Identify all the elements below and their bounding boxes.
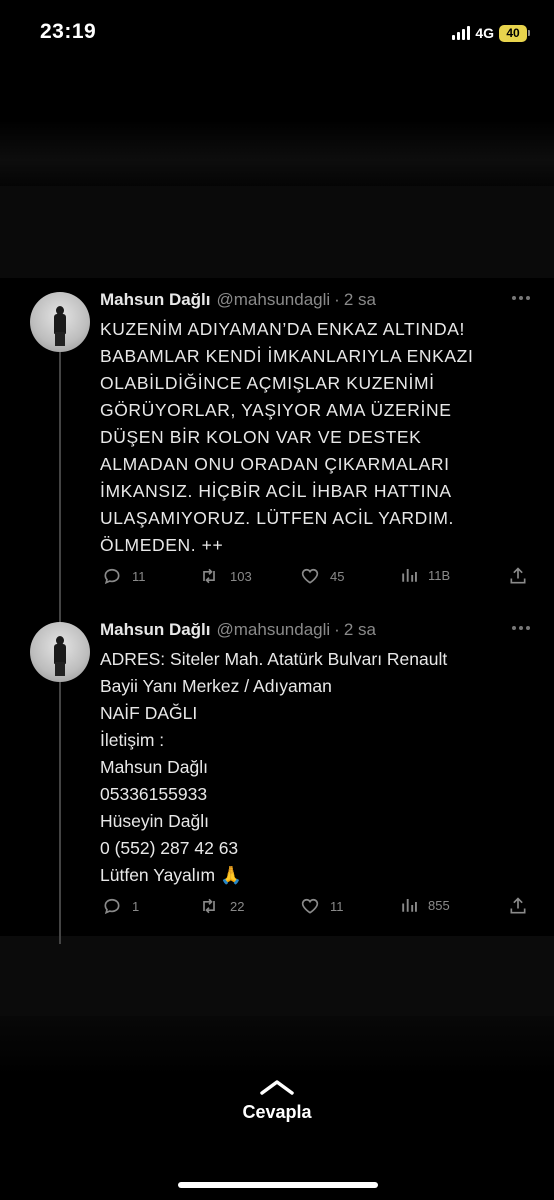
share-icon [510, 567, 526, 584]
share-icon [510, 897, 526, 914]
retweet-icon [203, 568, 215, 584]
home-indicator[interactable] [178, 1182, 378, 1188]
tweet-text-line: NAİF DAĞLI [100, 703, 198, 723]
network-type: 4G [475, 25, 494, 41]
heart-icon [301, 898, 319, 914]
tweet-text-line: Mahsun Dağlı [100, 757, 208, 777]
tweet-text-line: OLABİLDİĞİNCE AÇMIŞLAR KUZENİMİ [100, 373, 435, 393]
status-indicators: 4G 40 [452, 23, 530, 43]
author-handle[interactable]: @mahsundagli [217, 290, 331, 310]
chevron-up-icon[interactable] [257, 1078, 297, 1096]
like-count: 45 [330, 568, 345, 584]
separator-dot: · [334, 290, 340, 309]
views-chart-icon [402, 899, 417, 912]
reply-icon [104, 898, 120, 915]
tweet-time[interactable]: 2 sa [344, 620, 376, 640]
tweet-text: ADRES: Siteler Mah. Atatürk Bulvarı Rena… [100, 646, 520, 889]
author-handle[interactable]: @mahsundagli [217, 620, 331, 640]
retweet-count: 22 [230, 898, 245, 914]
tweet-text-line: İMKANSIZ. HİÇBİR ACİL İHBAR HATTINA [100, 481, 452, 501]
like-button[interactable]: 11 [300, 896, 344, 916]
avatar[interactable] [30, 292, 90, 352]
share-button[interactable] [508, 896, 528, 916]
author-name[interactable]: Mahsun Dağlı [100, 290, 211, 310]
reply-count: 1 [132, 898, 140, 914]
retweet-button[interactable]: 22 [198, 896, 244, 916]
status-bar: 23:19 4G 40 [0, 0, 554, 66]
views-chart-icon [402, 569, 417, 582]
reply-bar[interactable]: Cevapla [0, 1078, 554, 1123]
tweet-header: Mahsun Dağlı @mahsundagli · 2 sa [100, 290, 376, 310]
tweet-header: Mahsun Dağlı @mahsundagli · 2 sa [100, 620, 376, 640]
battery-level: 40 [499, 24, 527, 42]
blurred-background [0, 936, 554, 1016]
tweet-text-line: 0 (552) 287 42 63 [100, 838, 239, 858]
retweet-button[interactable]: 103 [198, 566, 252, 586]
author-name[interactable]: Mahsun Dağlı [100, 620, 211, 640]
like-count: 11 [330, 898, 344, 914]
views-count: 11B [428, 567, 451, 583]
signal-icon [452, 26, 471, 40]
tweet-actions: 11 103 45 11B [100, 566, 540, 590]
retweet-icon [203, 898, 215, 914]
tweet-text-line: ULAŞAMIYORUZ. LÜTFEN ACİL YARDIM. [100, 508, 454, 528]
blurred-background [0, 186, 554, 278]
tweet-text-line: ALMADAN ONU ORADAN ÇIKARMALARI [100, 454, 450, 474]
reply-count: 11 [132, 568, 146, 584]
tweet-text-line: Hüseyin Dağlı [100, 811, 209, 831]
battery-icon: 40 [499, 24, 530, 42]
views-button[interactable]: 855 [400, 896, 450, 914]
tweet-text-line: ÖLMEDEN. ++ [100, 535, 224, 555]
blurred-background [0, 1016, 554, 1076]
reply-button[interactable]: 1 [102, 896, 139, 916]
more-options-icon[interactable] [512, 626, 530, 630]
reply-button[interactable]: Cevapla [0, 1102, 554, 1123]
tweet-text-line: BABAMLAR KENDİ İMKANLARIYLA ENKAZI [100, 346, 474, 366]
tweet-text-line: DÜŞEN BİR KOLON VAR VE DESTEK [100, 427, 422, 447]
tweet-text-line: 05336155933 [100, 784, 208, 804]
tweet-actions: 1 22 11 855 [100, 896, 540, 920]
reply-button[interactable]: 11 [102, 566, 146, 586]
share-button[interactable] [508, 566, 528, 586]
tweet-text-line: İletişim : [100, 730, 165, 750]
tweet-text-line: KUZENİM ADIYAMAN’DA ENKAZ ALTINDA! [100, 319, 465, 339]
views-button[interactable]: 11B [400, 566, 450, 584]
status-time: 23:19 [40, 20, 97, 43]
tweet-time[interactable]: 2 sa [344, 290, 376, 310]
views-count: 855 [428, 897, 450, 913]
tweet-text-line: GÖRÜYORLAR, YAŞIYOR AMA ÜZERİNE [100, 400, 452, 420]
more-options-icon[interactable] [512, 296, 530, 300]
tweet-text-line: Lütfen Yayalım 🙏 [100, 865, 242, 885]
avatar[interactable] [30, 622, 90, 682]
like-button[interactable]: 45 [300, 566, 344, 586]
tweet-text: KUZENİM ADIYAMAN’DA ENKAZ ALTINDA! BABAM… [100, 316, 520, 559]
separator-dot: · [334, 620, 340, 639]
reply-icon [104, 568, 120, 585]
tweet-text-line: Bayii Yanı Merkez / Adıyaman [100, 676, 332, 696]
tweet-text-line: ADRES: Siteler Mah. Atatürk Bulvarı Rena… [100, 649, 448, 669]
retweet-count: 103 [230, 568, 252, 584]
heart-icon [301, 568, 319, 584]
